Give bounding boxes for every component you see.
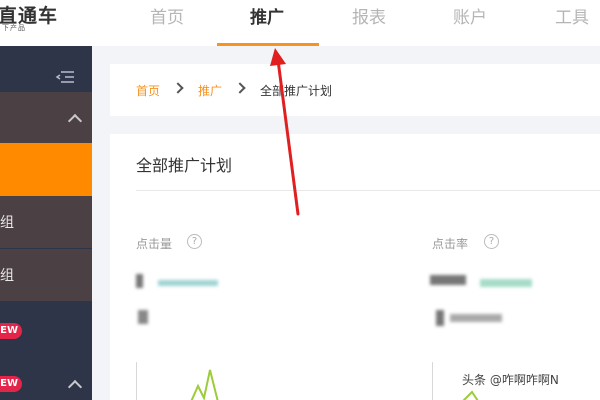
annotation-arrow	[270, 48, 300, 216]
watermark: 头条 @咋啊咋啊N	[462, 373, 559, 387]
